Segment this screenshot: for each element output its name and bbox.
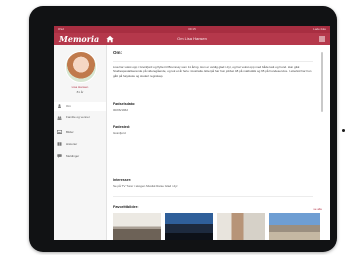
favorite-photos xyxy=(113,213,320,240)
favorite-photo[interactable] xyxy=(165,213,213,240)
birthplace-value: Grønfjord xyxy=(113,131,126,135)
main-content: Om: Lisa har vokst opp i Grønfjord og fl… xyxy=(107,45,330,240)
sidebar-item-om[interactable]: Om xyxy=(54,102,106,111)
scrollbar[interactable] xyxy=(321,52,323,112)
top-navbar: Memoria Om Lisa Hansen xyxy=(54,33,330,45)
favorites-heading: Favorittbilder: xyxy=(113,205,139,209)
divider xyxy=(113,196,313,197)
birthdate-label: Fødselsdato: xyxy=(113,102,136,106)
photo-icon xyxy=(57,130,62,134)
sidebar-item-label: Om xyxy=(66,104,71,108)
people-icon xyxy=(57,116,62,120)
sidebar-item-label: Familie og venner xyxy=(66,115,90,119)
battery-status: Lade ikke xyxy=(313,27,326,31)
favorite-photo[interactable] xyxy=(217,213,265,240)
hamburger-menu-icon[interactable] xyxy=(319,36,325,42)
birthdate-value: 00/06/1962 xyxy=(113,108,129,112)
see-all-link[interactable]: se alle xyxy=(313,207,322,211)
bio-text: Lisa har vokst opp i Grønfjord og flytte… xyxy=(113,65,312,78)
sidebar-item-label: Bilder xyxy=(66,130,74,134)
sidebar-item-bilder[interactable]: Bilder xyxy=(54,128,106,137)
sidebar-item-meldinger[interactable]: Meldinger xyxy=(54,152,106,161)
app-screen: iPad 09:15 Lade ikke Memoria Om Lisa Han… xyxy=(54,26,330,240)
sidebar-item-label: Historier xyxy=(66,142,78,146)
tablet-home-button[interactable] xyxy=(342,129,345,132)
profile-avatar xyxy=(65,51,97,83)
book-icon xyxy=(57,142,62,146)
sidebar-item-historier[interactable]: Historier xyxy=(54,140,106,149)
interests-value: Se på TV Turer i skogen Musikk Reise Gla… xyxy=(113,184,178,188)
sidebar: Lisa Hansen 81 år Om Familie og venner B… xyxy=(54,45,107,240)
birthplace-label: Fødested: xyxy=(113,125,131,129)
divider xyxy=(113,61,313,62)
interests-label: Interesser: xyxy=(113,178,132,182)
profile-name: Lisa Hansen xyxy=(71,85,89,89)
favorite-photo[interactable] xyxy=(113,213,161,240)
message-icon xyxy=(57,154,62,158)
status-bar: iPad 09:15 Lade ikke xyxy=(54,26,330,33)
sidebar-item-label: Meldinger xyxy=(66,154,80,158)
favorite-photo[interactable] xyxy=(269,213,320,240)
about-heading: Om: xyxy=(113,50,122,55)
page-title: Om Lisa Hansen xyxy=(177,36,207,41)
status-time: 09:15 xyxy=(188,27,196,31)
sidebar-item-familie-og-venner[interactable]: Familie og venner xyxy=(54,114,106,123)
person-icon xyxy=(58,104,61,108)
profile-age: 81 år xyxy=(76,90,84,94)
